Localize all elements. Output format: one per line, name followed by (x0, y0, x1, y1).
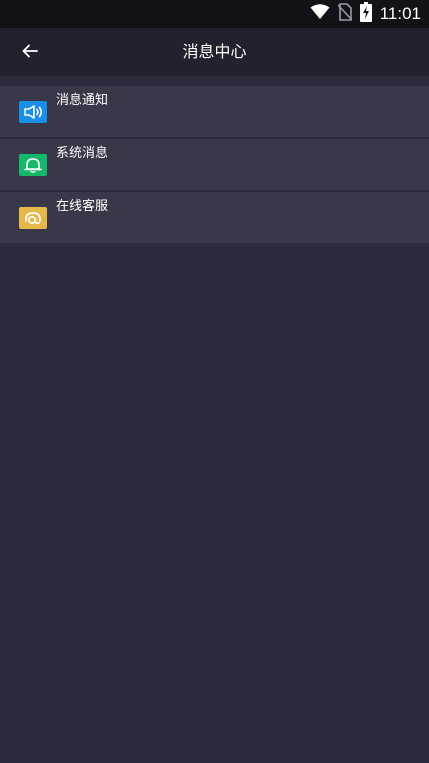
list-item-notifications[interactable]: 消息通知 (0, 86, 429, 137)
battery-charging-icon (359, 2, 372, 26)
status-time: 11:01 (379, 4, 421, 23)
headset-icon (19, 207, 47, 229)
page-title: 消息中心 (182, 42, 247, 61)
no-sim-icon (337, 3, 353, 25)
app-bar: 消息中心 (0, 28, 429, 76)
bell-icon (19, 154, 47, 176)
message-list: 消息通知 系统消息 在线客服 (0, 86, 429, 245)
arrow-left-icon (22, 43, 38, 62)
list-item-online-support[interactable]: 在线客服 (0, 192, 429, 243)
list-item-label: 系统消息 (56, 146, 109, 161)
list-item-label: 在线客服 (56, 199, 109, 214)
list-item-label: 消息通知 (56, 93, 109, 108)
back-button[interactable] (14, 40, 46, 64)
status-bar: 11:01 (0, 0, 429, 28)
wifi-icon (310, 4, 330, 24)
status-icons: 11:01 (310, 2, 421, 26)
megaphone-icon (19, 101, 47, 123)
list-item-system-messages[interactable]: 系统消息 (0, 139, 429, 190)
